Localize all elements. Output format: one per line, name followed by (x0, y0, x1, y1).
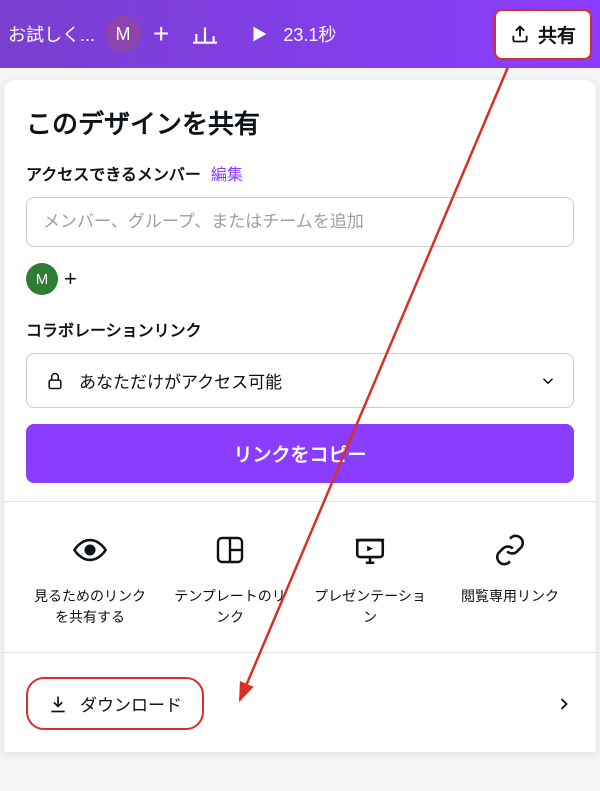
share-panel: このデザインを共有 アクセスできるメンバー 編集 M + コラボレーションリンク… (4, 80, 596, 752)
access-level-select[interactable]: あなただけがアクセス可能 (26, 353, 574, 408)
analytics-icon[interactable] (181, 10, 229, 58)
lock-icon (43, 369, 67, 393)
chevron-right-icon (554, 694, 574, 714)
template-link-option[interactable]: テンプレートのリンク (170, 528, 290, 628)
member-avatar[interactable]: M (26, 263, 58, 295)
readonly-link-option[interactable]: 閲覧専用リンク (450, 528, 570, 628)
add-member-input[interactable] (26, 197, 574, 247)
download-button[interactable]: ダウンロード (26, 677, 204, 730)
option-label: 見るためのリンクを共有する (30, 586, 150, 628)
top-bar: お試しく... M + 23.1秒 共有 (0, 0, 600, 68)
duration-text: 23.1秒 (283, 21, 336, 47)
play-icon[interactable] (241, 16, 277, 52)
share-button-label: 共有 (538, 21, 576, 48)
upload-icon (510, 24, 530, 44)
add-avatar-icon[interactable]: + (64, 266, 77, 292)
member-avatar-row: M + (26, 263, 574, 295)
add-member-icon[interactable]: + (147, 18, 175, 50)
user-avatar[interactable]: M (105, 16, 141, 52)
panel-title: このデザインを共有 (26, 104, 574, 141)
link-icon (488, 528, 532, 572)
download-label: ダウンロード (80, 691, 182, 716)
option-label: 閲覧専用リンク (461, 586, 559, 607)
share-button[interactable]: 共有 (494, 9, 592, 60)
download-row[interactable]: ダウンロード (26, 671, 574, 736)
view-link-option[interactable]: 見るためのリンクを共有する (30, 528, 150, 628)
collab-link-label: コラボレーションリンク (26, 317, 574, 341)
access-level-text: あなただけがアクセス可能 (79, 368, 282, 393)
trial-text: お試しく... (8, 21, 99, 47)
divider (4, 501, 596, 502)
copy-link-button[interactable]: リンクをコピー (26, 424, 574, 483)
presentation-option[interactable]: プレゼンテーション (310, 528, 430, 628)
option-label: テンプレートのリンク (170, 586, 290, 628)
divider (4, 652, 596, 653)
download-icon (48, 694, 68, 714)
edit-access-link[interactable]: 編集 (211, 161, 243, 185)
access-members-label: アクセスできるメンバー (26, 161, 201, 185)
access-members-row: アクセスできるメンバー 編集 (26, 161, 574, 185)
chevron-down-icon (539, 372, 557, 390)
presentation-icon (348, 528, 392, 572)
eye-icon (68, 528, 112, 572)
share-options-row: 見るためのリンクを共有する テンプレートのリンク (26, 528, 574, 628)
template-icon (208, 528, 252, 572)
option-label: プレゼンテーション (310, 586, 430, 628)
